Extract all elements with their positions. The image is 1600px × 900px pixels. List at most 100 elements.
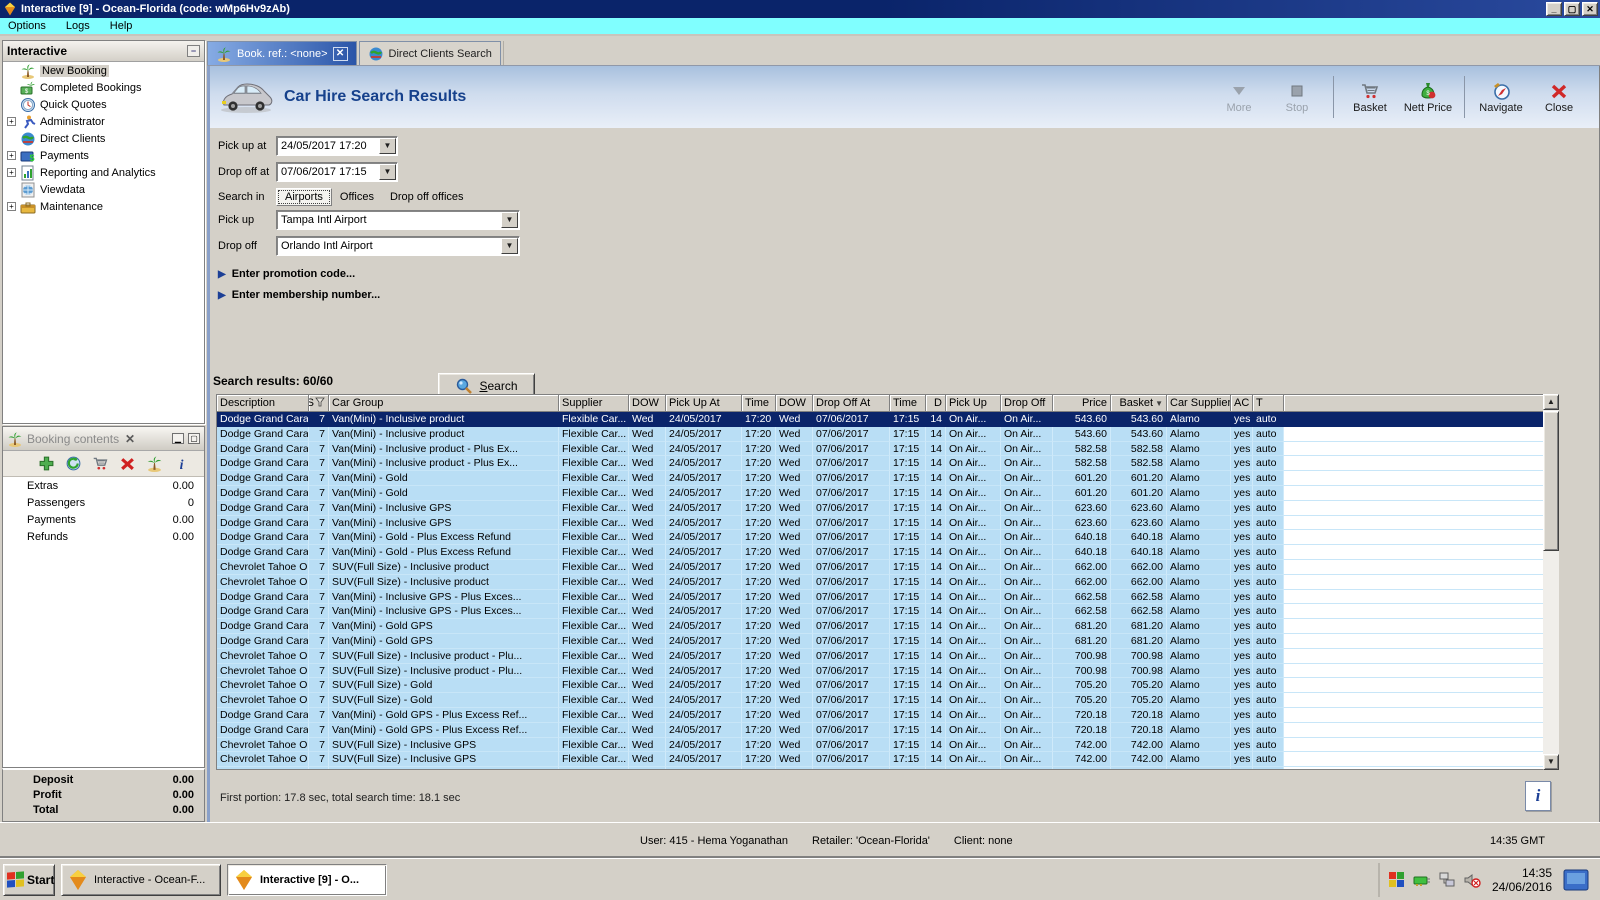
taskbar-button-1[interactable]: Interactive - Ocean-F... <box>61 863 221 896</box>
table-row[interactable]: Dodge Grand Carava...7Van(Mini) - Gold G… <box>217 619 1558 634</box>
column-header-car-supplier[interactable]: Car Supplier <box>1167 395 1231 412</box>
add-icon[interactable] <box>38 455 55 472</box>
antivirus-tray-icon[interactable] <box>1388 871 1406 889</box>
table-row[interactable]: Chevrolet Tahoe Or ...7SUV(Full Size) - … <box>217 574 1558 590</box>
dropoff-select[interactable]: Orlando Intl Airport ▼ <box>276 236 520 256</box>
sidebar-item-reporting-and-analytics[interactable]: + Reporting and Analytics <box>3 164 204 181</box>
pickup-select[interactable]: Tampa Intl Airport ▼ <box>276 210 520 230</box>
menu-item-help[interactable]: Help <box>110 20 133 32</box>
info-button[interactable]: i <box>1525 781 1551 811</box>
info-icon[interactable]: i <box>173 455 190 472</box>
table-row[interactable]: Dodge Grand Carava...7Van(Mini) - Inclus… <box>217 426 1558 442</box>
table-row[interactable]: Chevrolet Tahoe Or ...7SUV(Full Size) - … <box>217 752 1558 768</box>
sidebar-item-viewdata[interactable]: Viewdata <box>3 181 204 198</box>
column-header-price[interactable]: Price <box>1053 395 1111 412</box>
table-row[interactable]: Chevrolet Tahoe Or ...7SUV(Full Size) - … <box>217 663 1558 679</box>
nett-price-button[interactable]: $ Nett Price <box>1402 81 1454 114</box>
column-header-pick-up-at[interactable]: Pick Up At <box>666 395 742 412</box>
collapse-icon[interactable]: − <box>187 45 200 57</box>
booking-minimize-icon[interactable]: ▁ <box>172 433 184 444</box>
table-row[interactable]: Dodge Grand Carava...7Van(Mini) - Inclus… <box>217 604 1558 620</box>
start-button[interactable]: Start <box>3 863 55 896</box>
booking-contents-close-icon[interactable]: ✕ <box>123 432 137 446</box>
menu-item-options[interactable]: Options <box>8 20 46 32</box>
sidebar-item-administrator[interactable]: + Administrator <box>3 113 204 130</box>
column-header-supplier[interactable]: Supplier <box>559 395 629 412</box>
chevron-down-icon[interactable]: ▼ <box>501 212 518 228</box>
column-header-basket[interactable]: Basket ▼ <box>1111 395 1167 412</box>
expand-icon[interactable]: + <box>7 168 16 177</box>
table-row[interactable]: Chevrolet Tahoe Or ...7SUV(Full Size) - … <box>217 648 1558 664</box>
network-tray-icon[interactable] <box>1438 871 1456 889</box>
vertical-scrollbar[interactable]: ▲ ▼ <box>1543 394 1559 770</box>
column-header-ac[interactable]: AC <box>1231 395 1253 412</box>
table-row[interactable]: Dodge Grand Carava...7Van(Mini) - Inclus… <box>217 456 1558 472</box>
scroll-down-icon[interactable]: ▼ <box>1543 754 1559 770</box>
dropoff-at-select[interactable]: 07/06/2017 17:15 ▼ <box>276 162 398 182</box>
cart-icon[interactable] <box>92 455 109 472</box>
scrollbar-thumb[interactable] <box>1543 411 1559 551</box>
column-header-pick-up[interactable]: Pick Up <box>946 395 1001 412</box>
column-header-drop-off[interactable]: Drop Off <box>1001 395 1053 412</box>
table-row[interactable]: Chevrolet Tahoe Or ...7SUV(Full Size) - … <box>217 737 1558 753</box>
table-row[interactable]: Dodge Grand Carava...7Van(Mini) - Gold G… <box>217 722 1558 738</box>
pickup-at-select[interactable]: 24/05/2017 17:20 ▼ <box>276 136 398 156</box>
table-row[interactable]: Dodge Grand Carava...7Van(Mini) - Inclus… <box>217 441 1558 457</box>
minimize-button[interactable]: _ <box>1546 2 1562 16</box>
close-button[interactable]: Close <box>1533 81 1585 114</box>
search-in-option-drop-off-offices[interactable]: Drop off offices <box>382 189 472 205</box>
tab-book-ref-none-[interactable]: Book. ref.: <none> ✕ <box>207 41 357 65</box>
volume-muted-tray-icon[interactable] <box>1463 871 1481 889</box>
close-button[interactable]: ✕ <box>1582 2 1598 16</box>
refresh-icon[interactable] <box>65 455 82 472</box>
chevron-down-icon[interactable]: ▼ <box>379 138 396 154</box>
sidebar-item-completed-bookings[interactable]: $ Completed Bookings <box>3 79 204 96</box>
table-row[interactable]: Dodge Grand Carava...7Van(Mini) - Gold -… <box>217 530 1558 546</box>
expand-icon[interactable]: + <box>7 202 16 211</box>
table-row[interactable]: Dodge Grand Carava...7Van(Mini) - GoldFl… <box>217 471 1558 486</box>
table-row[interactable]: Dodge Grand Carava...7Van(Mini) - Inclus… <box>217 589 1558 605</box>
column-header-dow[interactable]: DOW <box>629 395 666 412</box>
tab-direct-clients-search[interactable]: Direct Clients Search <box>358 41 501 65</box>
search-in-option-airports[interactable]: Airports <box>276 188 332 206</box>
table-row[interactable]: Chevrolet Tahoe Or ...7SUV(Full Size) - … <box>217 767 1558 769</box>
table-row[interactable]: Dodge Grand Carava...7Van(Mini) - GoldFl… <box>217 485 1558 501</box>
table-row[interactable]: Dodge Grand Carava...7Van(Mini) - Inclus… <box>217 515 1558 531</box>
basket-button[interactable]: Basket <box>1344 81 1396 114</box>
scroll-up-icon[interactable]: ▲ <box>1543 394 1559 410</box>
table-row[interactable]: Chevrolet Tahoe Or ...7SUV(Full Size) - … <box>217 559 1558 575</box>
promotion-code-expander[interactable]: ▶ Enter promotion code... <box>218 268 355 280</box>
membership-number-expander[interactable]: ▶ Enter membership number... <box>218 289 380 301</box>
navigate-button[interactable]: Navigate <box>1475 81 1527 114</box>
tab-close-icon[interactable]: ✕ <box>332 46 348 61</box>
column-header-d[interactable]: D <box>926 395 946 412</box>
chevron-down-icon[interactable]: ▼ <box>379 164 396 180</box>
column-header-car-group[interactable]: Car Group <box>329 395 559 412</box>
column-header-time[interactable]: Time <box>742 395 776 412</box>
table-row[interactable]: Dodge Grand Carava...7Van(Mini) - Gold G… <box>217 707 1558 723</box>
sidebar-item-direct-clients[interactable]: Direct Clients <box>3 130 204 147</box>
taskbar-button-2[interactable]: Interactive [9] - O... <box>227 863 387 896</box>
table-row[interactable]: Dodge Grand Carava...7Van(Mini) - Gold G… <box>217 633 1558 649</box>
palm-icon[interactable] <box>146 455 163 472</box>
sidebar-item-new-booking[interactable]: New Booking <box>3 62 204 79</box>
booking-maximize-icon[interactable]: ▢ <box>188 433 200 444</box>
table-row[interactable]: Dodge Grand Carava...7Van(Mini) - Inclus… <box>217 500 1558 516</box>
filter-funnel-icon[interactable] <box>314 397 325 410</box>
show-desktop-icon[interactable] <box>1563 869 1589 891</box>
table-row[interactable]: Dodge Grand Carava...7Van(Mini) - Gold -… <box>217 545 1558 560</box>
column-header-dow[interactable]: DOW <box>776 395 813 412</box>
column-header-t[interactable]: T <box>1253 395 1284 412</box>
expand-icon[interactable]: + <box>7 117 16 126</box>
maximize-button[interactable]: ▢ <box>1564 2 1580 16</box>
table-row[interactable]: Chevrolet Tahoe Or ...7SUV(Full Size) - … <box>217 678 1558 694</box>
column-header-drop-off-at[interactable]: Drop Off At <box>813 395 890 412</box>
sidebar-item-payments[interactable]: + $ Payments <box>3 147 204 164</box>
expand-icon[interactable]: + <box>7 151 16 160</box>
sidebar-item-quick-quotes[interactable]: Quick Quotes <box>3 96 204 113</box>
search-in-option-offices[interactable]: Offices <box>332 189 382 205</box>
table-row[interactable]: Dodge Grand Carava...7Van(Mini) - Inclus… <box>217 412 1558 427</box>
sidebar-item-maintenance[interactable]: + Maintenance <box>3 198 204 215</box>
menu-item-logs[interactable]: Logs <box>66 20 90 32</box>
chevron-down-icon[interactable]: ▼ <box>501 238 518 254</box>
